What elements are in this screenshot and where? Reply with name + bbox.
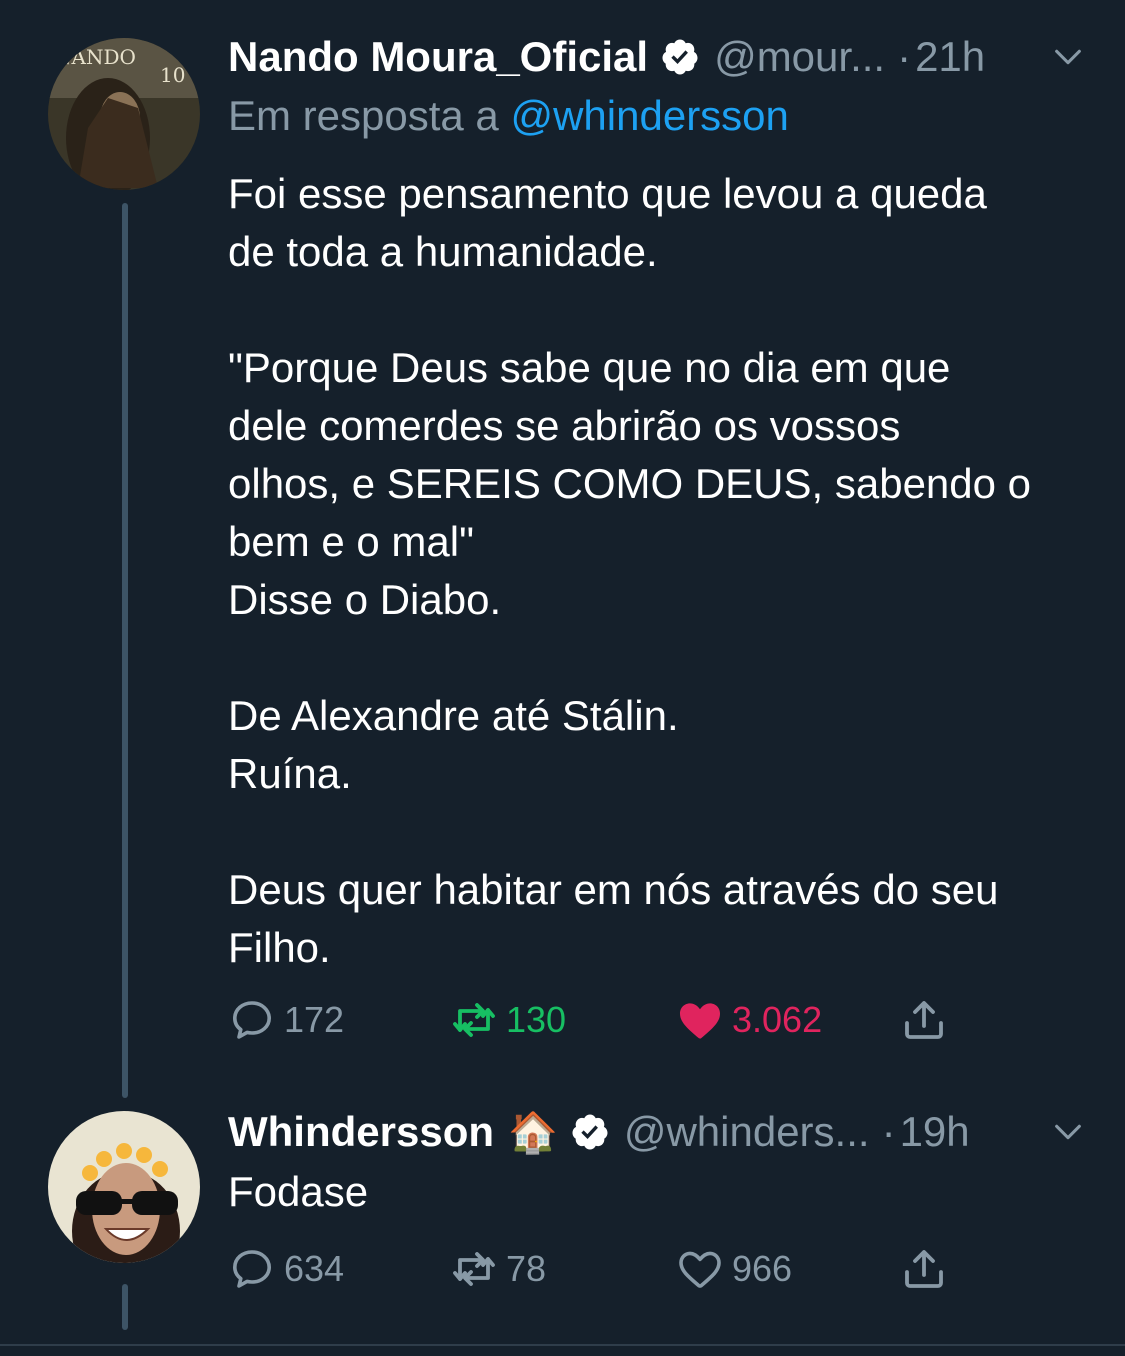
reply-count: 172 xyxy=(284,999,345,1040)
tweet-1[interactable]: NANDO 10 Nando Moura_Oficial @mour... · … xyxy=(0,0,1125,1098)
tweet-header: Nando Moura_Oficial @mour... · 21h xyxy=(228,27,1085,87)
like-button[interactable]: 966 xyxy=(676,1239,792,1299)
svg-text:NANDO: NANDO xyxy=(54,45,136,69)
heart-outline-icon xyxy=(679,1251,721,1288)
reply-button[interactable]: 172 xyxy=(228,990,344,1050)
like-button[interactable]: 3.062 xyxy=(676,990,822,1050)
verified-badge-icon xyxy=(662,39,698,75)
like-count: 3.062 xyxy=(732,999,823,1040)
thread-line xyxy=(122,203,128,1098)
divider xyxy=(0,1344,1125,1346)
reply-count: 634 xyxy=(284,1248,345,1289)
svg-text:10: 10 xyxy=(160,63,185,87)
share-button[interactable] xyxy=(900,1239,948,1299)
tweet-text-line: dele comerdes se abrirão os vossos xyxy=(228,402,901,449)
reply-context: Em resposta a @whindersson xyxy=(228,92,789,140)
chevron-down-icon[interactable] xyxy=(1051,1115,1085,1149)
handle[interactable]: @mour... xyxy=(714,33,885,81)
separator-dot: · xyxy=(897,33,912,80)
reply-button[interactable]: 634 xyxy=(228,1239,344,1299)
retweet-button[interactable]: 78 xyxy=(450,1239,546,1299)
heart-filled-icon xyxy=(680,1003,720,1039)
tweet-text-line: Disse o Diabo. xyxy=(228,576,502,623)
share-icon xyxy=(905,1001,943,1039)
reply-icon xyxy=(233,1250,271,1288)
display-name[interactable]: Whindersson xyxy=(228,1108,494,1156)
retweet-count: 130 xyxy=(506,999,567,1040)
retweet-count: 78 xyxy=(506,1248,547,1289)
tweet-text-line: olhos, e SEREIS COMO DEUS, sabendo o xyxy=(228,460,1032,507)
tweet-text-line: "Porque Deus sabe que no dia em que xyxy=(228,344,951,391)
tweet-text-line: Fodase xyxy=(228,1168,369,1215)
tweet-actions: 172 130 3.062 xyxy=(228,990,988,1050)
tweet-text: Foi esse pensamento que levou a queda de… xyxy=(228,165,1088,977)
verified-badge-icon xyxy=(572,1114,608,1150)
tweet-text: Fodase xyxy=(228,1163,1088,1221)
tweet-text-line: De Alexandre até Stálin. xyxy=(228,692,679,739)
reply-prefix: Em resposta a xyxy=(228,92,499,139)
avatar[interactable]: NANDO 10 xyxy=(48,38,200,190)
tweet-2[interactable]: Whindersson 🏠 @whinders... · 19h Fodase … xyxy=(0,1095,1125,1344)
reply-icon xyxy=(233,1001,271,1039)
avatar[interactable] xyxy=(48,1111,200,1263)
like-count: 966 xyxy=(732,1248,793,1289)
reply-mention-link[interactable]: @whindersson xyxy=(510,92,788,139)
tweet-text-line: Foi esse pensamento que levou a queda xyxy=(228,170,987,217)
separator-dot: · xyxy=(881,1108,896,1155)
tweet-text-line: de toda a humanidade. xyxy=(228,228,658,275)
tweet-text-line: Ruína. xyxy=(228,750,352,797)
handle[interactable]: @whinders... xyxy=(624,1108,870,1156)
timestamp[interactable]: 21h xyxy=(915,33,985,81)
tweet-actions: 634 78 966 xyxy=(228,1239,988,1299)
chevron-down-icon[interactable] xyxy=(1051,40,1085,74)
display-name[interactable]: Nando Moura_Oficial xyxy=(228,33,648,81)
avatar-image: NANDO 10 xyxy=(48,38,200,190)
house-emoji-icon: 🏠 xyxy=(508,1110,558,1155)
retweet-icon xyxy=(453,1003,495,1037)
tweet-text-line: Deus quer habitar em nós através do seu xyxy=(228,866,999,913)
tweet-text-line: Filho. xyxy=(228,924,331,971)
share-icon xyxy=(905,1250,943,1288)
tweet-text-line: bem e o mal" xyxy=(228,518,475,565)
share-button[interactable] xyxy=(900,990,948,1050)
thread-line xyxy=(122,1284,128,1330)
avatar-image xyxy=(48,1111,200,1263)
retweet-icon xyxy=(453,1252,495,1286)
tweet-header: Whindersson 🏠 @whinders... · 19h xyxy=(228,1102,1085,1162)
retweet-button[interactable]: 130 xyxy=(450,990,566,1050)
timestamp[interactable]: 19h xyxy=(900,1108,970,1156)
